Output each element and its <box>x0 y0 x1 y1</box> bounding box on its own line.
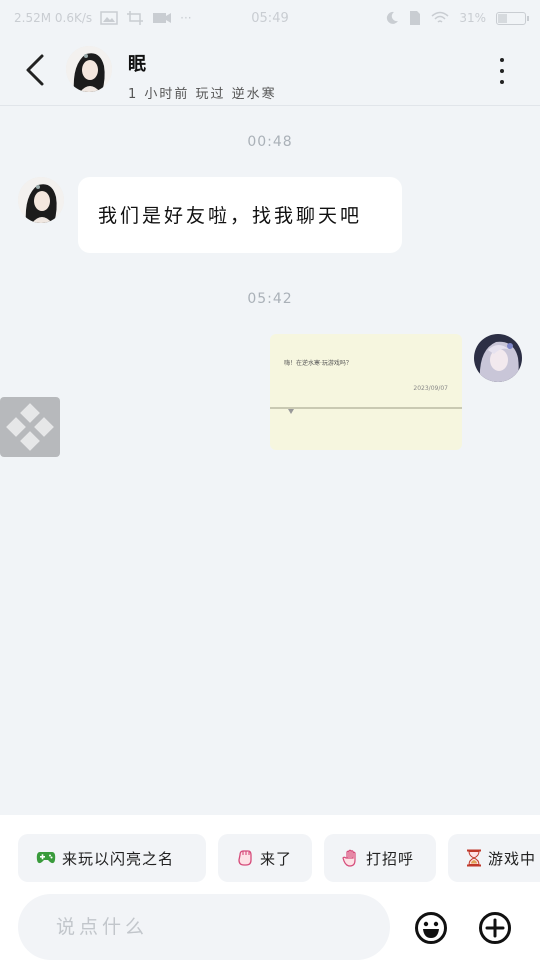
add-attachment-button[interactable] <box>478 911 512 945</box>
contact-name: 眠 <box>128 54 146 75</box>
back-button[interactable] <box>18 50 54 90</box>
avatar-portrait-icon <box>18 177 64 223</box>
back-arrow-icon <box>26 54 44 86</box>
status-time: 05:49 <box>251 10 289 26</box>
dpad-icon <box>6 403 54 451</box>
message-input[interactable] <box>18 894 390 960</box>
contact-avatar[interactable] <box>66 46 112 92</box>
more-options-button[interactable] <box>492 58 512 84</box>
hourglass-icon <box>467 849 481 867</box>
avatar-anime-icon <box>474 334 522 382</box>
quick-reply-chip[interactable]: 来了 <box>218 834 312 882</box>
card-message-date: 2023/09/07 <box>413 385 448 392</box>
fist-hand-icon <box>238 850 252 866</box>
gamepad-icon <box>36 852 56 864</box>
outgoing-card-message[interactable]: 嗨！在逆水寒·玩游戏吗？ 2023/09/07 <box>270 334 462 450</box>
message-timestamp: 00:48 <box>247 134 293 150</box>
card-message-text: 嗨！在逆水寒·玩游戏吗？ <box>284 360 352 367</box>
battery-level <box>498 13 507 23</box>
message-timestamp: 05:42 <box>247 291 293 307</box>
card-divider <box>270 407 462 409</box>
avatar-portrait-icon <box>66 46 112 92</box>
emoji-button[interactable] <box>414 911 448 945</box>
emoji-icon <box>415 912 447 944</box>
floating-assistive-button[interactable] <box>0 397 60 457</box>
more-dot <box>500 58 504 62</box>
contact-last-played: 1 小时前 玩过 逆水寒 <box>128 87 277 102</box>
contact-message-avatar[interactable] <box>18 177 64 223</box>
plus-circle-icon <box>479 912 511 944</box>
composer-area: 来玩以闪亮之名 来了 打招呼 游戏中 <box>0 815 540 960</box>
status-bar: 2.52M 0.6K/s ··· 05:49 31% <box>0 0 540 36</box>
waving-hand-icon <box>342 849 356 867</box>
battery-icon <box>496 11 529 25</box>
quick-reply-label: 打招呼 <box>366 849 415 868</box>
more-dot <box>500 69 504 73</box>
chat-header: 眠 1 小时前 玩过 逆水寒 <box>0 36 540 106</box>
quick-reply-label: 游戏中 <box>488 849 537 868</box>
card-caret-icon <box>288 409 294 414</box>
incoming-message-bubble[interactable]: 我们是好友啦，找我聊天吧 <box>78 177 402 253</box>
more-dot <box>500 80 504 84</box>
quick-reply-label: 来了 <box>260 849 293 868</box>
quick-reply-label: 来玩以闪亮之名 <box>62 849 175 868</box>
my-avatar[interactable] <box>474 334 522 382</box>
quick-reply-chip[interactable]: 来玩以闪亮之名 <box>18 834 206 882</box>
quick-reply-chip[interactable]: 游戏中 <box>448 834 540 882</box>
quick-reply-chip[interactable]: 打招呼 <box>324 834 436 882</box>
